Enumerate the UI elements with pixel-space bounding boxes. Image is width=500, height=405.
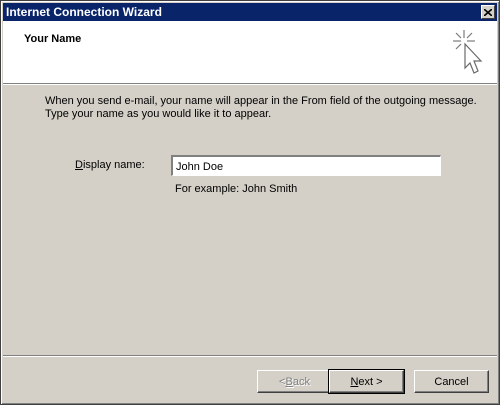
next-button-accel: N xyxy=(350,375,359,388)
instructions-line-1: When you send e-mail, your name will app… xyxy=(45,95,477,107)
wizard-window: Internet Connection Wizard Your Name Whe… xyxy=(0,0,500,405)
back-button-rest: ack xyxy=(292,375,310,388)
cancel-button[interactable]: Cancel xyxy=(414,370,489,393)
example-hint: For example: John Smith xyxy=(175,183,298,195)
back-button[interactable]: < Back xyxy=(257,370,332,393)
window-title: Internet Connection Wizard xyxy=(6,5,162,19)
instructions-text: When you send e-mail, your name will app… xyxy=(45,95,485,121)
title-bar[interactable]: Internet Connection Wizard xyxy=(3,3,497,21)
cancel-button-label: Cancel xyxy=(434,375,469,388)
display-name-input[interactable] xyxy=(171,155,441,176)
next-button-rest: ext > xyxy=(358,375,383,388)
back-button-accel: B xyxy=(285,375,293,388)
wizard-cursor-sparkle-icon xyxy=(453,30,483,74)
display-name-label-accel: D xyxy=(75,159,83,171)
close-button[interactable] xyxy=(481,5,495,19)
close-icon xyxy=(484,8,492,16)
display-name-label: Display name: xyxy=(75,159,145,171)
display-name-label-rest: isplay name: xyxy=(82,159,145,171)
next-button[interactable]: Next > xyxy=(328,369,405,394)
instructions-line-2: Type your name as you would like it to a… xyxy=(45,108,272,120)
wizard-header: Your Name xyxy=(3,21,497,84)
header-separator xyxy=(3,84,497,85)
page-title: Your Name xyxy=(24,33,82,45)
footer-separator xyxy=(3,355,497,357)
